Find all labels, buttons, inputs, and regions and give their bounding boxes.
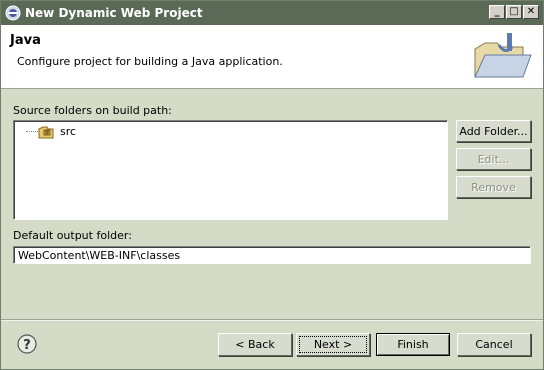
page-title: Java (10, 33, 41, 48)
back-button[interactable]: < Back (218, 333, 292, 356)
edit-button[interactable]: Edit... (456, 148, 531, 170)
footer-separator (1, 319, 543, 321)
next-button[interactable]: Next > (296, 333, 370, 356)
source-folders-tree[interactable]: src (13, 120, 448, 220)
finish-button[interactable]: Finish (376, 333, 450, 356)
close-icon: ✕ (526, 6, 536, 17)
svg-text:?: ? (23, 338, 31, 353)
maximize-icon: □ (509, 6, 519, 17)
cancel-button[interactable]: Cancel (457, 333, 531, 356)
folder-with-java-icon (474, 33, 532, 78)
cancel-label: Cancel (475, 338, 513, 351)
close-button[interactable]: ✕ (523, 5, 539, 19)
title-bar[interactable]: New Dynamic Web Project _ □ ✕ (1, 1, 543, 25)
page-description: Configure project for building a Java ap… (17, 55, 283, 68)
finish-label: Finish (397, 338, 429, 351)
minimize-icon: _ (494, 6, 500, 17)
output-folder-label: Default output folder: (13, 229, 132, 242)
dialog-window: New Dynamic Web Project _ □ ✕ Java Confi… (0, 0, 544, 370)
help-icon[interactable]: ? (17, 334, 37, 354)
add-folder-label: Add Folder... (459, 124, 528, 138)
package-folder-icon (38, 126, 54, 139)
tree-item-label: src (60, 125, 77, 138)
window-title: New Dynamic Web Project (25, 6, 203, 20)
edit-label: Edit... (477, 152, 510, 166)
next-label: Next > (313, 338, 353, 351)
minimize-button[interactable]: _ (489, 5, 505, 19)
back-label: < Back (235, 338, 275, 351)
output-folder-input[interactable]: WebContent\WEB-INF\classes (13, 246, 531, 264)
source-folders-label: Source folders on build path: (13, 104, 172, 117)
maximize-button[interactable]: □ (506, 5, 522, 19)
remove-button[interactable]: Remove (456, 176, 531, 198)
remove-label: Remove (471, 180, 516, 194)
eclipse-app-icon (5, 5, 21, 21)
wizard-header: Java Configure project for building a Ja… (1, 25, 543, 89)
add-folder-button[interactable]: Add Folder... (456, 120, 531, 142)
